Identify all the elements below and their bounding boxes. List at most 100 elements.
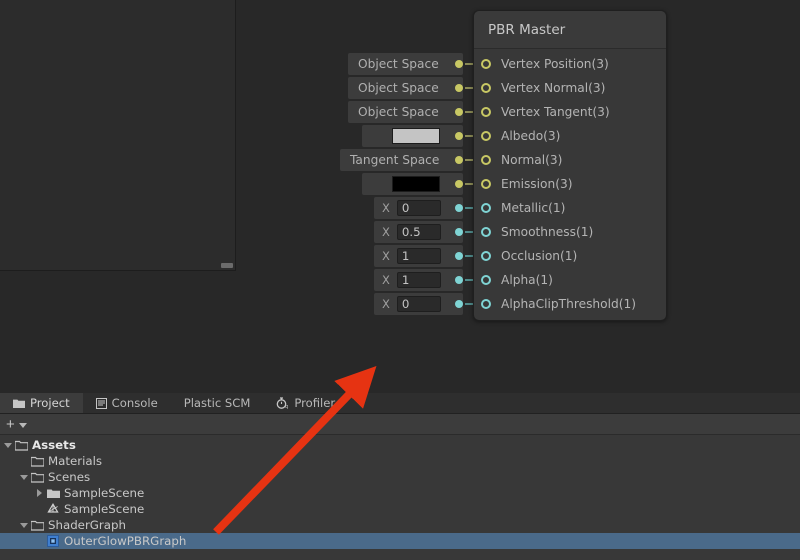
node-slot: Metallic(1)	[474, 196, 666, 220]
port-connector-icon[interactable]	[481, 203, 491, 213]
input-port-dot-icon[interactable]	[455, 156, 464, 164]
port-connector-icon[interactable]	[481, 107, 491, 117]
dock-tab-bar: Project Console Plastic SCM q Profiler	[0, 393, 800, 414]
input-port-dot-icon[interactable]	[454, 300, 463, 308]
tree-item-label: SampleScene	[64, 502, 145, 516]
port-connector-icon[interactable]	[481, 59, 491, 69]
folder-open-icon	[29, 520, 45, 531]
node-input-control: X 0.5	[374, 221, 478, 243]
tree-item-label: ShaderGraph	[48, 518, 126, 532]
vector1-field: X1	[374, 272, 448, 288]
node-slot-label: Occlusion(1)	[501, 249, 578, 263]
tree-item[interactable]: Materials	[0, 453, 800, 469]
node-slot-label: Emission(3)	[501, 177, 573, 191]
port-connector-icon[interactable]	[481, 251, 491, 261]
tree-item[interactable]: SampleScene	[0, 501, 800, 517]
node-slot-label: Vertex Tangent(3)	[501, 105, 610, 119]
project-toolbar: +	[0, 414, 800, 435]
node-input-control: X0	[374, 197, 478, 219]
twisty-toggle-icon[interactable]	[18, 474, 29, 480]
svg-text:q: q	[285, 404, 288, 409]
twisty-toggle-icon[interactable]	[2, 442, 13, 448]
tab-profiler[interactable]: q Profiler	[263, 393, 348, 413]
input-port-dot-icon[interactable]	[454, 228, 463, 236]
add-asset-button[interactable]: +	[4, 417, 17, 432]
chevron-down-icon[interactable]	[18, 422, 27, 428]
color-swatch-field[interactable]	[362, 125, 448, 147]
space-dropdown[interactable]: Tangent Space	[340, 149, 448, 171]
twisty-toggle-icon[interactable]	[34, 489, 45, 497]
node-input-control: X0	[374, 293, 478, 315]
node-input-control	[362, 125, 478, 147]
axis-label: X	[382, 225, 390, 239]
node-slot-label: AlphaClipThreshold(1)	[501, 297, 636, 311]
shadergraph-icon	[45, 535, 61, 547]
input-port-dot-icon[interactable]	[455, 132, 463, 140]
port-connector-icon[interactable]	[481, 131, 491, 141]
input-port-dot-icon[interactable]	[454, 84, 463, 92]
space-dropdown[interactable]: Object Space	[348, 77, 448, 99]
space-dropdown[interactable]: Object Space	[348, 101, 448, 123]
node-slot-label: Albedo(3)	[501, 129, 561, 143]
port-connector-icon[interactable]	[481, 299, 491, 309]
tree-item-label: Assets	[32, 438, 76, 452]
numeric-input[interactable]: 0.5	[396, 224, 441, 240]
node-slot: AlphaClipThreshold(1)	[474, 292, 666, 316]
unity-editor-window: Object Space Object Space Object Space Tang…	[0, 0, 800, 560]
node-title: PBR Master	[474, 11, 666, 49]
tree-item[interactable]: Scenes	[0, 469, 800, 485]
node-slot: Vertex Normal(3)	[474, 76, 666, 100]
project-asset-tree: Assets Materials Scenes SampleScene SampleSc…	[0, 435, 800, 549]
node-input-control: Object Space	[348, 77, 478, 99]
folder-open-icon	[29, 472, 45, 483]
color-swatch[interactable]	[392, 176, 440, 192]
vector1-field: X1	[374, 248, 448, 264]
folder-open-icon	[29, 456, 45, 467]
node-input-control: Object Space	[348, 53, 478, 75]
tree-item[interactable]: SampleScene	[0, 485, 800, 501]
input-port-dot-icon[interactable]	[454, 252, 463, 260]
input-port-dot-icon[interactable]	[454, 204, 463, 212]
port-connector-icon[interactable]	[481, 275, 491, 285]
tab-plastic-scm[interactable]: Plastic SCM	[171, 393, 264, 413]
node-slot-label: Alpha(1)	[501, 273, 553, 287]
tree-item[interactable]: Assets	[0, 437, 800, 453]
input-port-dot-icon[interactable]	[454, 60, 463, 68]
numeric-input[interactable]: 0	[396, 296, 441, 312]
color-swatch-field[interactable]	[362, 173, 448, 195]
tab-console[interactable]: Console	[83, 393, 171, 413]
tree-item[interactable]: ShaderGraph	[0, 517, 800, 533]
blackboard-panel[interactable]	[0, 0, 236, 271]
vector1-field: X0	[374, 200, 448, 216]
input-port-dot-icon[interactable]	[454, 276, 463, 284]
port-connector-icon[interactable]	[481, 83, 491, 93]
blackboard-resize-grip[interactable]	[221, 263, 233, 268]
port-connector-icon[interactable]	[481, 155, 491, 165]
stopwatch-icon: q	[276, 397, 289, 409]
shader-graph-canvas[interactable]: Object Space Object Space Object Space Tang…	[0, 0, 800, 393]
input-port-dot-icon[interactable]	[454, 108, 463, 116]
port-connector-icon[interactable]	[481, 227, 491, 237]
numeric-input[interactable]: 0	[396, 200, 441, 216]
tree-item[interactable]: OuterGlowPBRGraph	[0, 533, 800, 549]
input-port-dot-icon[interactable]	[455, 180, 463, 188]
tab-project[interactable]: Project	[0, 393, 83, 413]
numeric-input[interactable]: 1	[396, 272, 441, 288]
tree-item-label: SampleScene	[64, 486, 145, 500]
axis-label: X	[382, 201, 390, 215]
folder-icon	[13, 398, 25, 409]
twisty-toggle-icon[interactable]	[18, 522, 29, 528]
tab-label: Project	[30, 396, 70, 410]
tree-item-label: Scenes	[48, 470, 91, 484]
pbr-master-node[interactable]: PBR Master Vertex Position(3) Vertex Norm…	[473, 10, 667, 321]
node-slot: Smoothness(1)	[474, 220, 666, 244]
color-swatch[interactable]	[392, 128, 440, 144]
numeric-input[interactable]: 1	[396, 248, 441, 264]
node-slot-label: Vertex Normal(3)	[501, 81, 606, 95]
tree-item-label: Materials	[48, 454, 103, 468]
port-connector-icon[interactable]	[481, 179, 491, 189]
unity-scene-icon	[45, 503, 61, 515]
node-slot-list: Vertex Position(3) Vertex Normal(3) Vertex…	[474, 49, 666, 316]
space-dropdown[interactable]: Object Space	[348, 53, 448, 75]
node-input-control: X1	[374, 245, 478, 267]
